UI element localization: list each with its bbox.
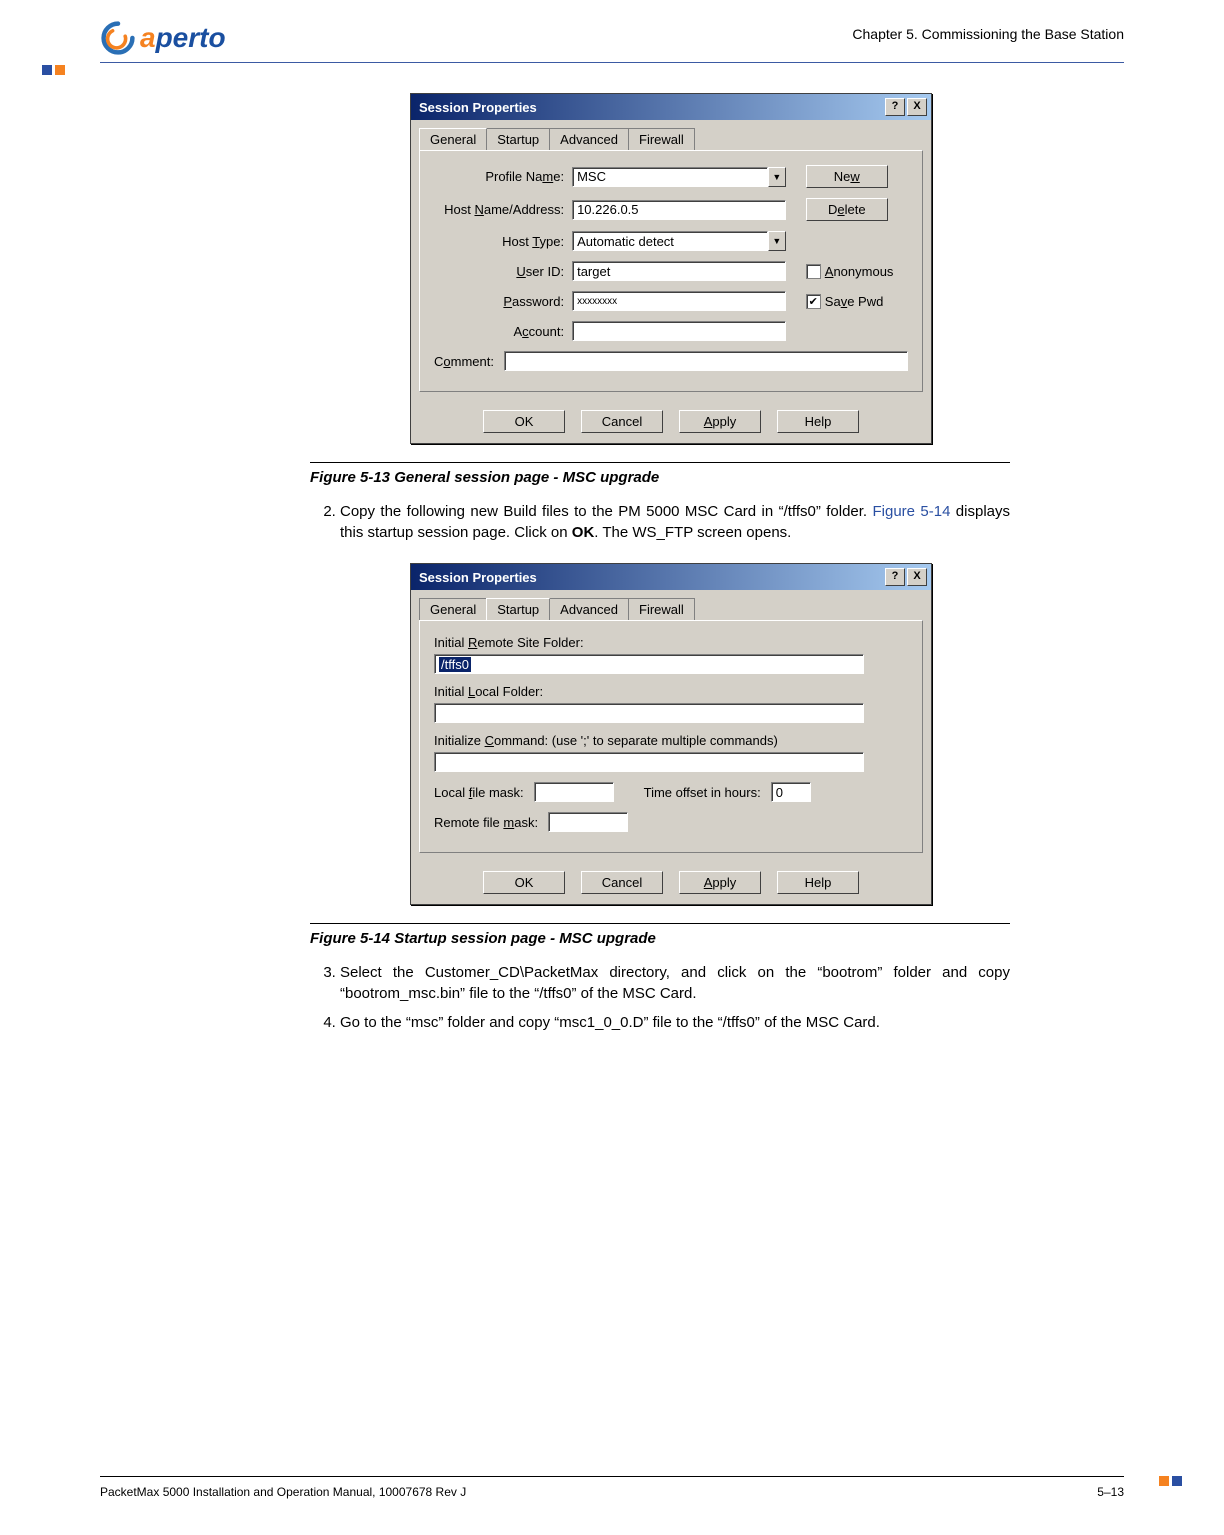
- anonymous-checkbox[interactable]: [806, 264, 821, 279]
- delete-button[interactable]: Delete: [806, 198, 888, 221]
- chevron-down-icon[interactable]: ▼: [768, 167, 786, 187]
- tab-firewall[interactable]: Firewall: [628, 128, 695, 150]
- session-properties-dialog-general: Session Properties ? X General Startup A…: [410, 93, 932, 444]
- titlebar: Session Properties ? X: [411, 94, 931, 120]
- label-remote-file-mask: Remote file mask:: [434, 815, 538, 830]
- label-host-name: Host Name/Address:: [434, 202, 572, 217]
- new-button[interactable]: New: [806, 165, 888, 188]
- figure-5-14-caption: Figure 5-14 Startup session page - MSC u…: [310, 930, 1010, 947]
- ok-button[interactable]: OK: [483, 871, 565, 894]
- label-local-file-mask: Local file mask:: [434, 785, 524, 800]
- chevron-down-icon[interactable]: ▼: [768, 231, 786, 251]
- anonymous-label: Anonymous: [825, 264, 894, 279]
- tab-startup[interactable]: Startup: [486, 128, 550, 150]
- tab-advanced[interactable]: Advanced: [549, 128, 629, 150]
- footer-markers: [1156, 1473, 1182, 1491]
- step-4: Go to the “msc” folder and copy “msc1_0_…: [340, 1012, 1010, 1033]
- tab-panel-general: Profile Name: ▼ New Host Name/Address: D…: [419, 150, 923, 392]
- step-2: Copy the following new Build files to th…: [340, 501, 1010, 543]
- figure-rule: [310, 923, 1010, 924]
- footer-rule: [100, 1476, 1124, 1477]
- host-name-input[interactable]: [572, 200, 786, 220]
- figure-5-14-link[interactable]: Figure 5-14: [872, 503, 950, 520]
- chapter-title: Chapter 5. Commissioning the Base Statio…: [852, 26, 1124, 42]
- close-icon[interactable]: X: [907, 568, 927, 586]
- apply-button[interactable]: Apply: [679, 871, 761, 894]
- label-password: Password:: [434, 294, 572, 309]
- tab-advanced[interactable]: Advanced: [549, 598, 629, 620]
- apply-button[interactable]: Apply: [679, 410, 761, 433]
- save-pwd-checkbox[interactable]: ✔: [806, 294, 821, 309]
- remote-folder-input[interactable]: /tffs0: [434, 654, 864, 674]
- label-initial-local: Initial Local Folder:: [434, 684, 908, 699]
- label-host-type: Host Type:: [434, 234, 572, 249]
- label-user-id: User ID:: [434, 264, 572, 279]
- dialog-title: Session Properties: [419, 570, 537, 585]
- password-input[interactable]: [572, 291, 786, 311]
- save-pwd-label: Save Pwd: [825, 294, 884, 309]
- profile-name-input[interactable]: [572, 167, 768, 187]
- tab-panel-startup: Initial Remote Site Folder: /tffs0 Initi…: [419, 620, 923, 853]
- titlebar: Session Properties ? X: [411, 564, 931, 590]
- tabstrip: General Startup Advanced Firewall: [411, 590, 931, 620]
- close-icon[interactable]: X: [907, 98, 927, 116]
- help-icon[interactable]: ?: [885, 98, 905, 116]
- ok-button[interactable]: OK: [483, 410, 565, 433]
- tab-firewall[interactable]: Firewall: [628, 598, 695, 620]
- session-properties-dialog-startup: Session Properties ? X General Startup A…: [410, 563, 932, 905]
- logo-swirl-icon: [100, 20, 136, 56]
- init-command-input[interactable]: [434, 752, 864, 772]
- tab-general[interactable]: General: [419, 598, 487, 620]
- cancel-button[interactable]: Cancel: [581, 410, 663, 433]
- cancel-button[interactable]: Cancel: [581, 871, 663, 894]
- header-markers: [42, 62, 68, 80]
- label-profile-name: Profile Name:: [434, 169, 572, 184]
- help-icon[interactable]: ?: [885, 568, 905, 586]
- header-rule: [100, 62, 1124, 63]
- footer-left: PacketMax 5000 Installation and Operatio…: [100, 1485, 466, 1499]
- dialog-title: Session Properties: [419, 100, 537, 115]
- figure-rule: [310, 462, 1010, 463]
- step-3: Select the Customer_CD\PacketMax directo…: [340, 962, 1010, 1004]
- logo: aapertoperto: [100, 20, 226, 56]
- local-folder-input[interactable]: [434, 703, 864, 723]
- label-account: Account:: [434, 324, 572, 339]
- time-offset-input[interactable]: [771, 782, 811, 802]
- comment-input[interactable]: [504, 351, 908, 371]
- account-input[interactable]: [572, 321, 786, 341]
- host-type-input[interactable]: [572, 231, 768, 251]
- figure-5-13-caption: Figure 5-13 General session page - MSC u…: [310, 469, 1010, 486]
- user-id-input[interactable]: [572, 261, 786, 281]
- label-initial-remote: Initial Remote Site Folder:: [434, 635, 908, 650]
- page-number: 5–13: [1097, 1485, 1124, 1499]
- label-time-offset: Time offset in hours:: [644, 785, 761, 800]
- tabstrip: General Startup Advanced Firewall: [411, 120, 931, 150]
- label-initialize-command: Initialize Command: (use ';' to separate…: [434, 733, 908, 748]
- remote-file-mask-input[interactable]: [548, 812, 628, 832]
- help-button[interactable]: Help: [777, 410, 859, 433]
- logo-text: aapertoperto: [140, 22, 226, 54]
- label-comment: Comment:: [434, 354, 504, 369]
- tab-startup[interactable]: Startup: [486, 598, 550, 620]
- local-file-mask-input[interactable]: [534, 782, 614, 802]
- tab-general[interactable]: General: [419, 128, 487, 150]
- help-button[interactable]: Help: [777, 871, 859, 894]
